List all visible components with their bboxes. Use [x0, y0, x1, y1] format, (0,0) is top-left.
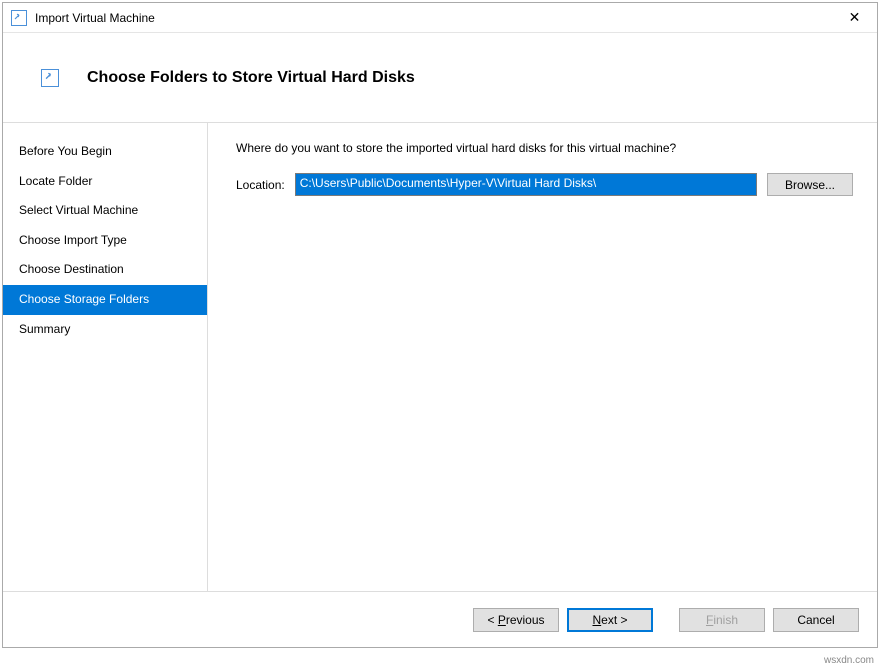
wizard-header: Choose Folders to Store Virtual Hard Dis…	[3, 33, 877, 123]
wizard-content: Where do you want to store the imported …	[208, 123, 877, 591]
sidebar-item-select-vm[interactable]: Select Virtual Machine	[3, 196, 207, 226]
wizard-body: Before You Begin Locate Folder Select Vi…	[3, 123, 877, 591]
window-title: Import Virtual Machine	[35, 11, 832, 25]
next-button[interactable]: Next >	[567, 608, 653, 632]
sidebar-item-before-you-begin[interactable]: Before You Begin	[3, 137, 207, 167]
location-label: Location:	[236, 178, 285, 192]
prompt-text: Where do you want to store the imported …	[236, 141, 853, 155]
sidebar-item-import-type[interactable]: Choose Import Type	[3, 226, 207, 256]
wizard-icon	[41, 69, 59, 87]
page-title: Choose Folders to Store Virtual Hard Dis…	[87, 69, 415, 87]
wizard-window: Import Virtual Machine ✕ Choose Folders …	[2, 2, 878, 648]
location-row: Location: C:\Users\Public\Documents\Hype…	[236, 173, 853, 196]
cancel-button[interactable]: Cancel	[773, 608, 859, 632]
sidebar-item-destination[interactable]: Choose Destination	[3, 255, 207, 285]
previous-button[interactable]: < Previous	[473, 608, 559, 632]
sidebar-item-summary[interactable]: Summary	[3, 315, 207, 345]
wizard-footer: < Previous Next > Finish Cancel	[3, 591, 877, 647]
sidebar-item-locate-folder[interactable]: Locate Folder	[3, 167, 207, 197]
app-icon	[11, 10, 27, 26]
browse-button[interactable]: Browse...	[767, 173, 853, 196]
titlebar: Import Virtual Machine ✕	[3, 3, 877, 33]
wizard-steps-sidebar: Before You Begin Locate Folder Select Vi…	[3, 123, 208, 591]
location-input[interactable]: C:\Users\Public\Documents\Hyper-V\Virtua…	[295, 173, 757, 196]
sidebar-item-storage-folders[interactable]: Choose Storage Folders	[3, 285, 207, 315]
watermark: wsxdn.com	[824, 655, 874, 666]
finish-button: Finish	[679, 608, 765, 632]
close-button[interactable]: ✕	[832, 3, 877, 33]
